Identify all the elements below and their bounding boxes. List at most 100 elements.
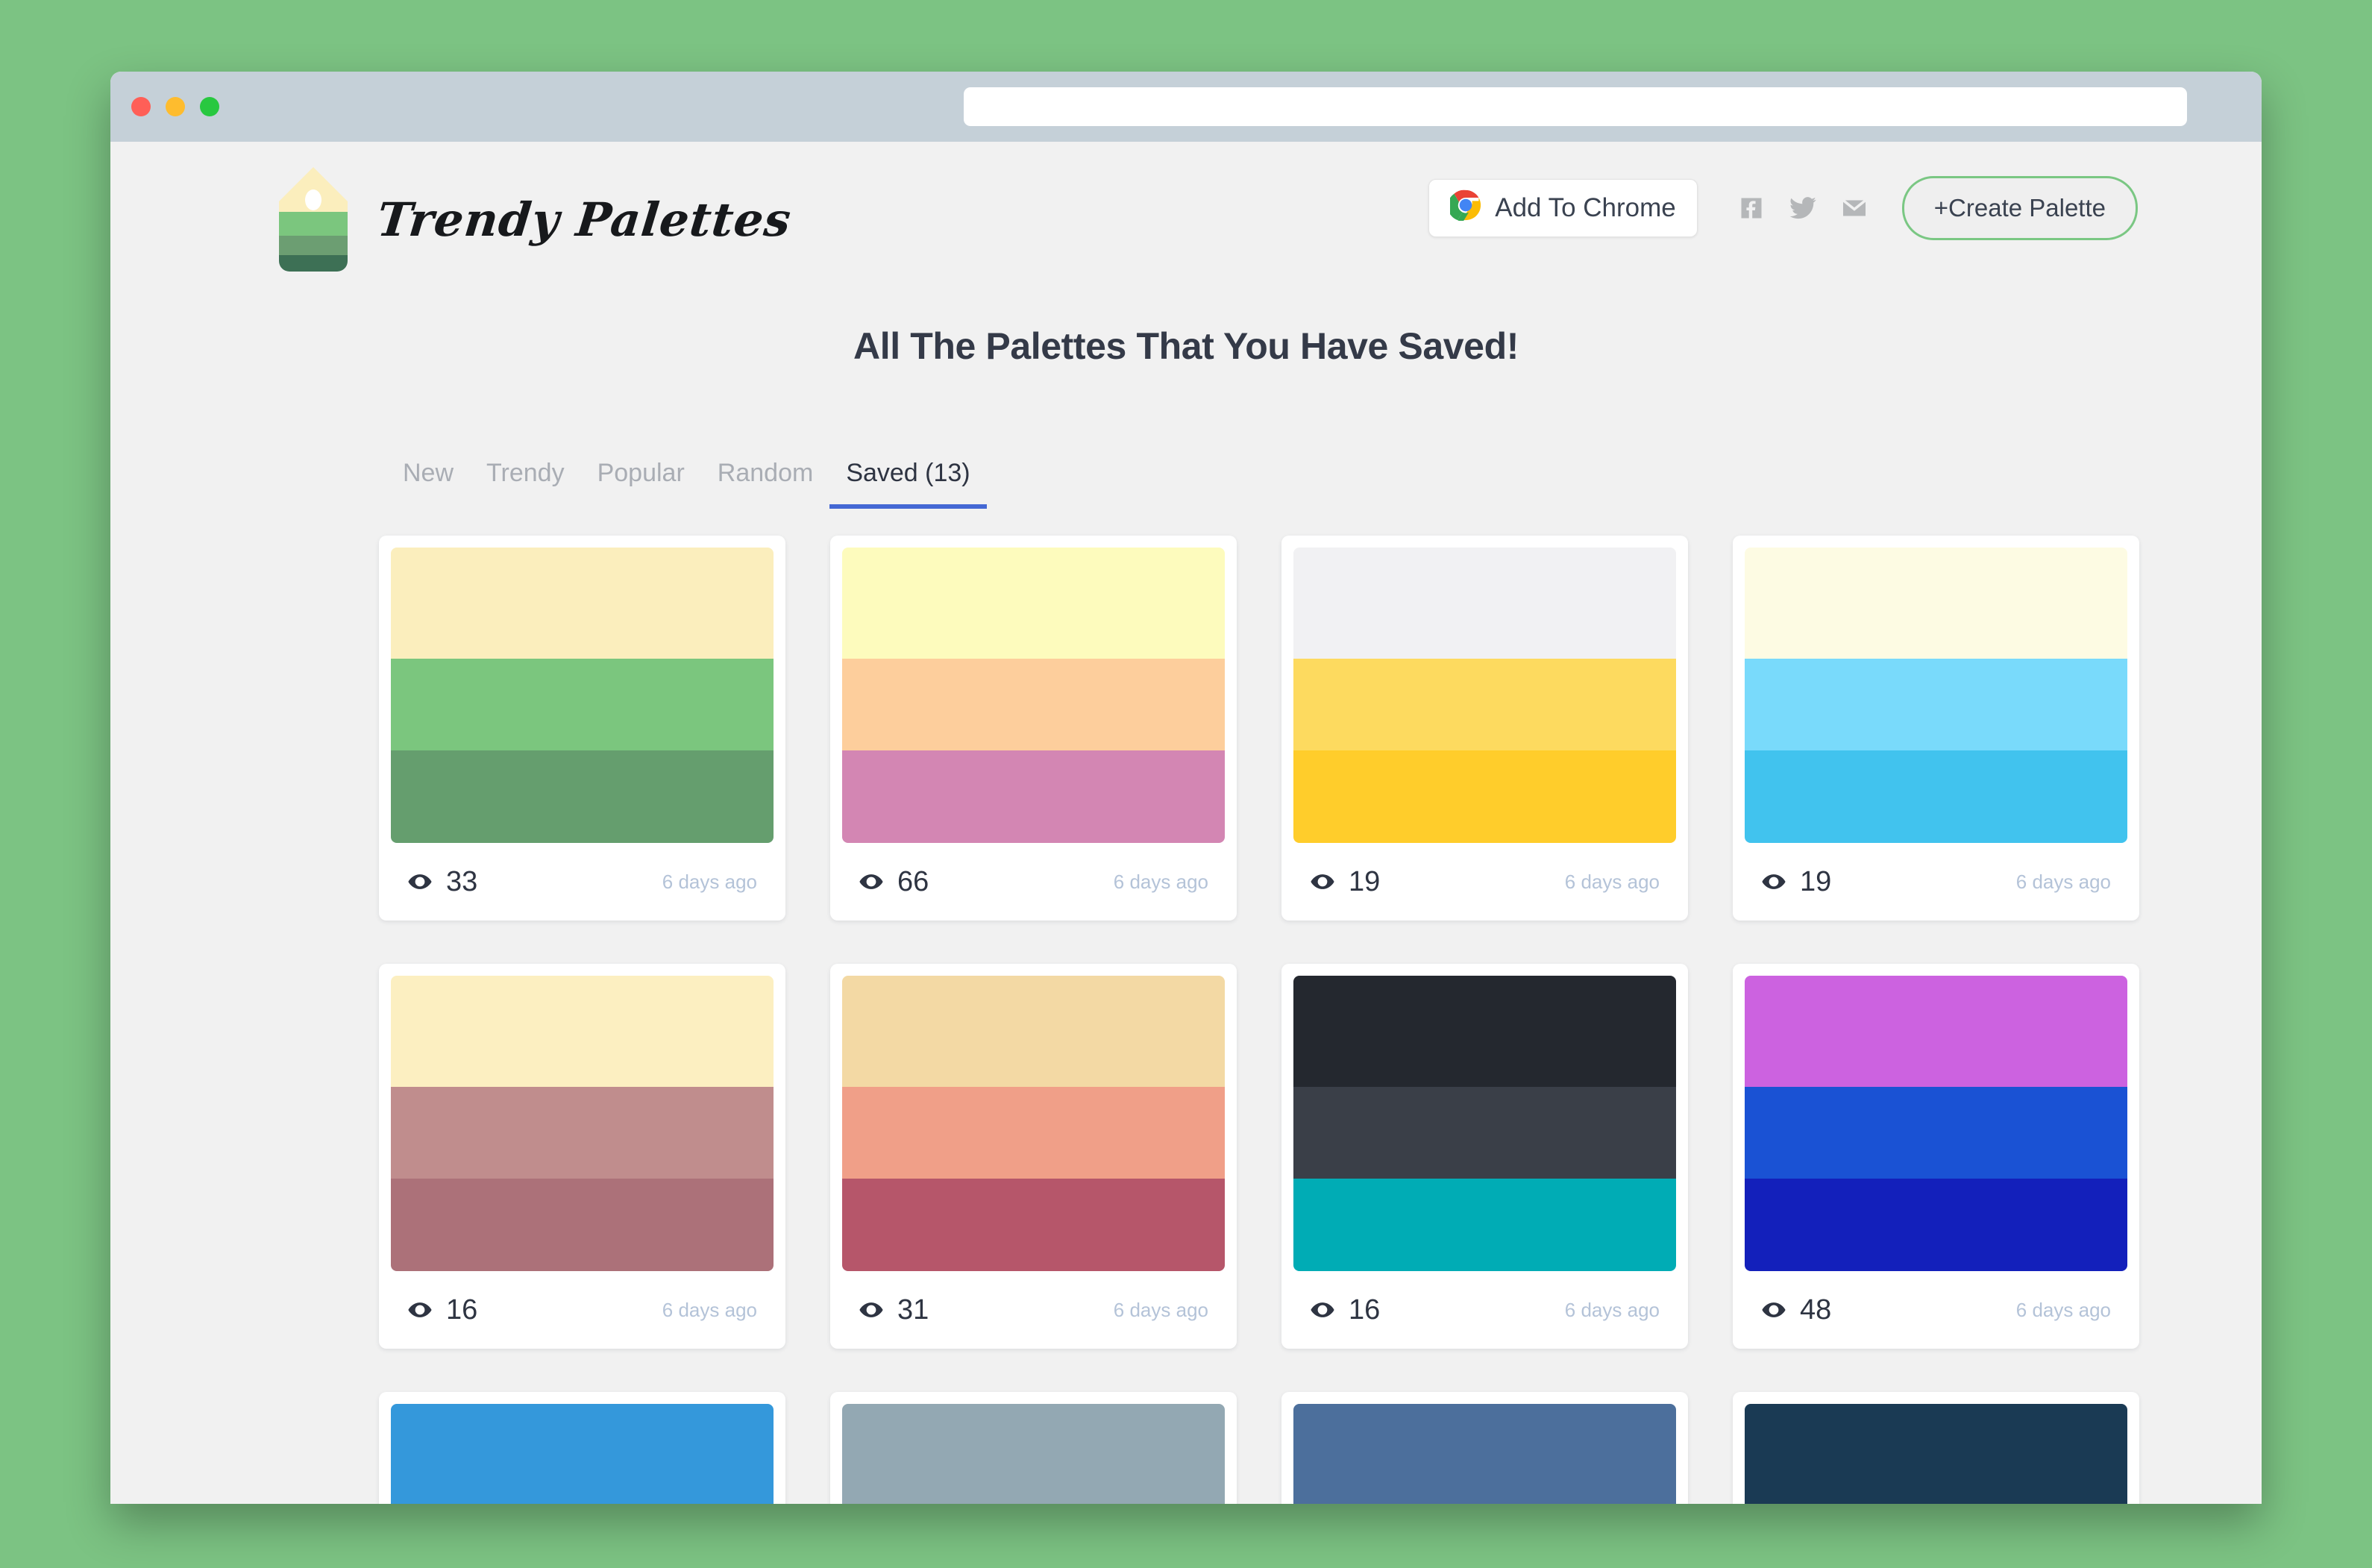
tab-saved-13[interactable]: Saved (13) — [829, 459, 987, 509]
close-window-button[interactable] — [131, 97, 151, 116]
palette-card[interactable]: 16 6 days ago — [1281, 964, 1688, 1349]
view-count: 16 — [1310, 1294, 1380, 1326]
palette-swatch[interactable] — [391, 548, 774, 659]
palette-card[interactable]: 19 6 days ago — [1733, 536, 2139, 921]
palette-card-footer: 31 6 days ago — [842, 1271, 1225, 1349]
email-icon[interactable] — [1841, 195, 1868, 222]
create-palette-label: +Create Palette — [1933, 194, 2106, 222]
palette-card[interactable] — [379, 1392, 785, 1504]
tab-random[interactable]: Random — [701, 459, 830, 509]
palette-swatch[interactable] — [1745, 976, 2127, 1087]
view-count-value: 16 — [446, 1293, 478, 1326]
palette-card[interactable]: 31 6 days ago — [830, 964, 1237, 1349]
create-palette-button[interactable]: +Create Palette — [1901, 176, 2138, 240]
palette-swatch[interactable] — [1745, 1086, 2127, 1179]
palette-timestamp: 6 days ago — [1564, 1298, 1660, 1321]
palette-timestamp: 6 days ago — [1113, 1298, 1208, 1321]
palette-card-footer: 48 6 days ago — [1745, 1271, 2127, 1349]
palette-card[interactable] — [1281, 1392, 1688, 1504]
palette-swatch[interactable] — [391, 750, 774, 843]
view-count: 19 — [1310, 866, 1380, 898]
twitter-icon[interactable] — [1789, 194, 1817, 222]
palette-swatch[interactable] — [1293, 976, 1676, 1087]
palette-swatch[interactable] — [1293, 1404, 1676, 1504]
palette-swatch[interactable] — [391, 1086, 774, 1179]
palette-card[interactable] — [1733, 1392, 2139, 1504]
palette-swatch[interactable] — [391, 1404, 774, 1504]
facebook-icon[interactable] — [1738, 195, 1765, 222]
brand-logo-link[interactable]: Trendy Palettes — [279, 167, 794, 272]
palette-swatch[interactable] — [391, 976, 774, 1087]
view-count: 48 — [1761, 1294, 1831, 1326]
palette-timestamp: 6 days ago — [2015, 1298, 2111, 1321]
palette-swatch[interactable] — [391, 1179, 774, 1271]
view-count-value: 31 — [897, 1293, 929, 1326]
add-to-chrome-button[interactable]: Add To Chrome — [1428, 179, 1698, 237]
address-bar-input[interactable] — [964, 87, 2187, 126]
palette-swatch[interactable] — [1745, 1179, 2127, 1271]
palette-swatch[interactable] — [1293, 1179, 1676, 1271]
palette-card-footer: 19 6 days ago — [1745, 843, 2127, 921]
chrome-icon — [1448, 189, 1481, 228]
palette-swatch-stack — [1293, 548, 1676, 843]
palette-card[interactable]: 16 6 days ago — [379, 964, 785, 1349]
tab-new[interactable]: New — [386, 459, 470, 509]
header-actions: Add To Chrome +Create Palette — [1428, 176, 2138, 240]
palette-swatch[interactable] — [842, 1404, 1225, 1504]
palette-timestamp: 6 days ago — [1564, 870, 1660, 893]
view-count-value: 48 — [1800, 1293, 1832, 1326]
palette-swatch[interactable] — [1293, 658, 1676, 751]
palette-swatch-stack — [1293, 976, 1676, 1271]
palette-card[interactable] — [830, 1392, 1237, 1504]
palette-card-footer: 19 6 days ago — [1293, 843, 1676, 921]
palette-card-footer: 66 6 days ago — [842, 843, 1225, 921]
view-count: 31 — [859, 1294, 929, 1326]
palette-swatch-stack — [1293, 1404, 1676, 1504]
palette-swatch[interactable] — [842, 548, 1225, 659]
palette-card[interactable]: 33 6 days ago — [379, 536, 785, 921]
palette-card[interactable]: 66 6 days ago — [830, 536, 1237, 921]
eye-icon — [1761, 869, 1786, 894]
palette-swatch-stack — [842, 976, 1225, 1271]
palette-swatch[interactable] — [1745, 1404, 2127, 1504]
tab-popular[interactable]: Popular — [581, 459, 701, 509]
palette-swatch[interactable] — [1745, 750, 2127, 843]
view-count-value: 16 — [1349, 1293, 1381, 1326]
palette-swatch[interactable] — [842, 1179, 1225, 1271]
palette-card[interactable]: 48 6 days ago — [1733, 964, 2139, 1349]
maximize-window-button[interactable] — [200, 97, 219, 116]
window-traffic-lights — [131, 97, 219, 116]
palette-swatch[interactable] — [1293, 548, 1676, 659]
palette-swatch-stack — [1745, 1404, 2127, 1504]
palette-timestamp: 6 days ago — [662, 1298, 757, 1321]
eye-icon — [1761, 1297, 1786, 1323]
palette-swatch[interactable] — [1293, 1086, 1676, 1179]
palette-swatch[interactable] — [842, 1086, 1225, 1179]
palette-swatch-stack — [391, 548, 774, 843]
eye-icon — [859, 869, 884, 894]
palette-swatch[interactable] — [1293, 750, 1676, 843]
view-count: 33 — [407, 866, 477, 898]
palette-timestamp: 6 days ago — [1113, 870, 1208, 893]
palette-card[interactable]: 19 6 days ago — [1281, 536, 1688, 921]
view-count: 16 — [407, 1294, 477, 1326]
palette-grid: 33 6 days ago 66 6 days ago 19 6 days ago 19 6 … — [379, 536, 2262, 1504]
view-count: 66 — [859, 866, 929, 898]
tab-trendy[interactable]: Trendy — [470, 459, 581, 509]
palette-swatch[interactable] — [1745, 548, 2127, 659]
palette-tag-logo-icon — [279, 167, 348, 272]
palette-filter-tabs: New Trendy Popular Random Saved (13) — [386, 459, 2262, 509]
palette-card-footer: 16 6 days ago — [391, 1271, 774, 1349]
palette-swatch[interactable] — [391, 658, 774, 751]
palette-card-footer: 16 6 days ago — [1293, 1271, 1676, 1349]
palette-swatch[interactable] — [842, 750, 1225, 843]
palette-swatch-stack — [842, 548, 1225, 843]
view-count-value: 66 — [897, 865, 929, 897]
minimize-window-button[interactable] — [166, 97, 185, 116]
palette-swatch-stack — [391, 1404, 774, 1504]
palette-swatch[interactable] — [842, 658, 1225, 751]
palette-swatch-stack — [842, 1404, 1225, 1504]
add-to-chrome-label: Add To Chrome — [1495, 193, 1676, 222]
palette-swatch[interactable] — [1745, 658, 2127, 751]
palette-swatch[interactable] — [842, 976, 1225, 1087]
